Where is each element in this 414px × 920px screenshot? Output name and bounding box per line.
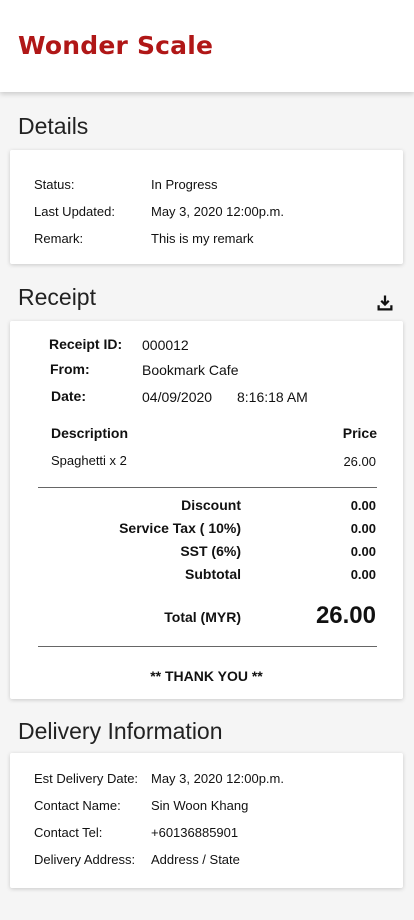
- summary-value-discount: 0.00: [350, 498, 376, 513]
- receipt-date-value: 04/09/2020: [142, 389, 213, 405]
- receipt-title: Receipt: [18, 284, 96, 310]
- summary-label-discount: Discount: [181, 497, 241, 513]
- delivery-label: Delivery Address:: [34, 852, 136, 867]
- thank-you-note: ** THANK YOU **: [150, 668, 263, 684]
- details-value: In Progress: [151, 177, 218, 192]
- delivery-value: Sin Woon Khang: [151, 798, 249, 813]
- item-description: Spaghetti x 2: [51, 453, 127, 468]
- delivery-label: Contact Tel:: [34, 825, 103, 840]
- receipt-time-value: 8:16:18 AM: [237, 389, 308, 405]
- summary-value-service-tax: 0.00: [350, 521, 376, 536]
- details-label: Status:: [34, 177, 75, 192]
- summary-label-service-tax: Service Tax ( 10%): [119, 520, 241, 536]
- column-header-description: Description: [51, 425, 129, 441]
- details-label: Last Updated:: [34, 204, 115, 219]
- app-logo: Wonder Scale: [18, 31, 214, 60]
- receipt-from-value: Bookmark Cafe: [142, 362, 239, 378]
- summary-label-subtotal: Subtotal: [185, 566, 241, 582]
- total-value: 26.00: [315, 602, 376, 629]
- receipt-id-value: 000012: [142, 337, 189, 353]
- download-icon[interactable]: [376, 294, 394, 312]
- summary-value-sst: 0.00: [350, 544, 376, 559]
- summary-value-subtotal: 0.00: [350, 567, 376, 582]
- delivery-card: Est Delivery Date: May 3, 2020 12:00p.m.…: [10, 753, 403, 888]
- delivery-label: Est Delivery Date:: [34, 771, 139, 786]
- divider: [38, 646, 377, 647]
- delivery-value: Address / State: [151, 852, 240, 867]
- receipt-card: Receipt ID: 000012 From: Bookmark Cafe D…: [10, 321, 403, 699]
- receipt-from-label: From:: [50, 361, 90, 377]
- details-title: Details: [18, 113, 89, 139]
- details-label: Remark:: [34, 231, 84, 246]
- column-header-price: Price: [342, 425, 377, 441]
- delivery-title: Delivery Information: [18, 718, 223, 744]
- receipt-id-label: Receipt ID:: [49, 336, 123, 352]
- receipt-date-label: Date:: [51, 388, 87, 404]
- delivery-value: +60136885901: [151, 825, 239, 840]
- total-label: Total (MYR): [164, 609, 241, 625]
- summary-label-sst: SST (6%): [180, 543, 241, 559]
- delivery-value: May 3, 2020 12:00p.m.: [151, 771, 284, 786]
- app-header: Wonder Scale: [0, 0, 414, 92]
- divider: [38, 487, 377, 488]
- details-value: May 3, 2020 12:00p.m.: [151, 204, 284, 219]
- details-card: Status: In Progress Last Updated: May 3,…: [10, 150, 403, 264]
- delivery-label: Contact Name:: [34, 798, 121, 813]
- item-price: 26.00: [343, 454, 376, 469]
- details-value: This is my remark: [151, 231, 254, 246]
